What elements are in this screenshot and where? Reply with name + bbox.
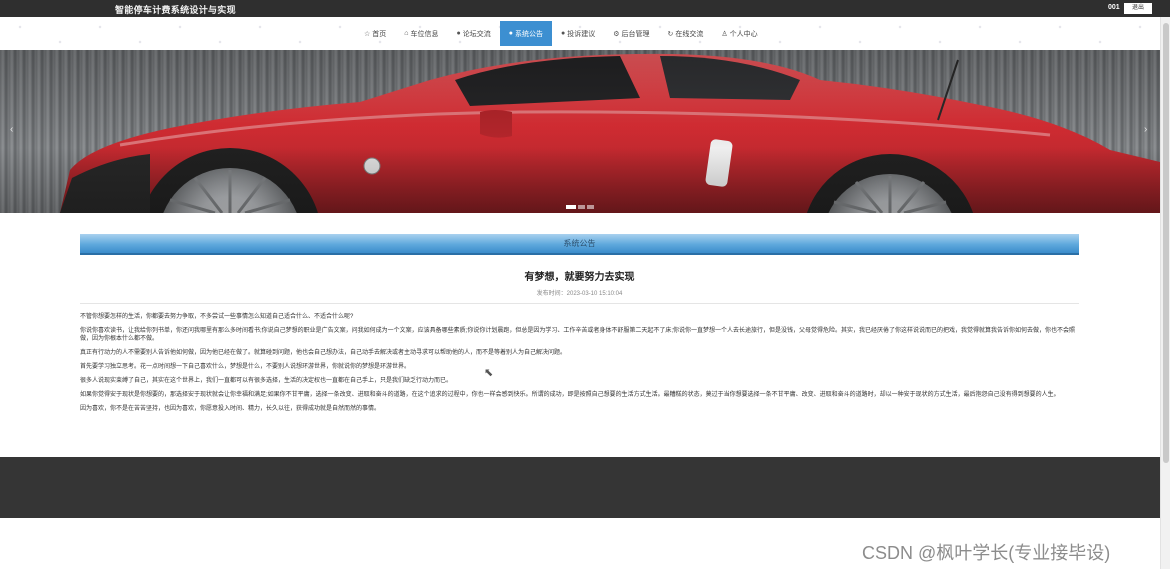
- main-nav: ☆ 首页 ⌂ 车位信息 ● 论坛交流 ● 系统公告 ● 投诉建议 ⚙ 后台管理 ↻ 在线交流 ♙ 个人中心: [0, 17, 1160, 50]
- article-content: 不管你想要怎样的生活，你都要去努力争取，不多尝试一些事情怎么知道自己适合什么、不…: [80, 313, 1079, 419]
- nav-item-label: 论坛交流: [462, 30, 491, 38]
- logout-button[interactable]: 退出: [1124, 3, 1152, 14]
- vertical-scrollbar[interactable]: [1160, 17, 1170, 569]
- divider: [80, 303, 1079, 304]
- article-paragraph: 你说你喜欢读书，让我给你列书单，你还问我哪里有那么多时间看书;你说自己梦想的职业…: [80, 328, 1076, 342]
- user-name: 001: [1108, 4, 1120, 11]
- nav-item-3[interactable]: ● 系统公告: [499, 21, 552, 46]
- nav-item-1[interactable]: ⌂ 车位信息: [395, 21, 447, 46]
- nav-item-icon: ♙: [721, 30, 728, 38]
- nav-item-label: 在线交流: [675, 30, 704, 38]
- nav-item-icon: ↻: [667, 30, 674, 38]
- carousel-indicators: [566, 205, 594, 209]
- carousel-dot[interactable]: [578, 205, 585, 209]
- nav-item-5[interactable]: ⚙ 后台管理: [604, 21, 658, 46]
- nav-item-label: 车位信息: [410, 30, 439, 38]
- nav-item-label: 个人中心: [729, 30, 758, 38]
- article-title: 有梦想，就要努力去实现: [524, 272, 635, 283]
- footer: [0, 457, 1160, 518]
- section-header: 系统公告: [80, 234, 1079, 255]
- carousel-prev-icon[interactable]: ‹: [10, 124, 13, 135]
- article-paragraph: 不管你想要怎样的生活，你都要去努力争取，不多尝试一些事情怎么知道自己适合什么、不…: [80, 314, 354, 320]
- scrollbar-thumb[interactable]: [1163, 23, 1169, 463]
- mouse-cursor-icon: ⬉: [484, 367, 494, 379]
- carousel-dot[interactable]: [566, 205, 576, 209]
- nav-item-icon: ●: [560, 30, 566, 37]
- nav-item-icon: ⚙: [613, 30, 620, 38]
- nav-item-6[interactable]: ↻ 在线交流: [659, 21, 713, 46]
- nav-item-label: 后台管理: [621, 30, 650, 38]
- nav-item-icon: ☆: [364, 30, 371, 38]
- watermark: CSDN @枫叶学长(专业接毕设): [862, 543, 1111, 563]
- article-paragraph: 如果你觉得安于现状是你想要的，那选择安于现状就会让你幸福和满足;如果你不甘平庸，…: [80, 392, 1060, 398]
- nav-item-icon: ●: [456, 30, 461, 37]
- site-title: 智能停车计费系统设计与实现: [115, 5, 236, 15]
- banner-shade: [0, 50, 1160, 213]
- banner-carousel: ‹ ›: [0, 50, 1160, 213]
- nav-item-label: 投诉建议: [567, 30, 596, 38]
- article-publish-time: 发布时间：2023-03-10 15:10:04: [536, 291, 623, 297]
- article-paragraph: 真正有行动力的人不需要别人告诉他如何做，因为他已经在做了。就算碰到问题，他也会自…: [80, 350, 567, 356]
- nav-item-icon: ⌂: [404, 30, 409, 37]
- nav-item-icon: ●: [508, 30, 513, 37]
- nav-item-2[interactable]: ● 论坛交流: [448, 21, 500, 46]
- nav-item-4[interactable]: ● 投诉建议: [552, 21, 604, 46]
- article-paragraph: 因为喜欢，你不是在苦苦坚持，也因为喜欢，你愿意投入时间、精力，长久以往，获得成功…: [80, 406, 381, 412]
- carousel-next-icon[interactable]: ›: [1144, 124, 1147, 135]
- nav-item-label: 首页: [372, 30, 387, 38]
- top-bar: 智能停车计费系统设计与实现 001 退出: [0, 0, 1170, 17]
- article-paragraph: 很多人说现实束缚了自己，其实在这个世界上，我们一直都可以有很多选择，生活的决定权…: [80, 378, 453, 384]
- article-paragraph: 首先要学习独立思考。花一点时间想一下自己喜欢什么，梦想是什么，不要别人说想环游世…: [80, 364, 411, 370]
- nav-item-0[interactable]: ☆ 首页: [355, 21, 395, 46]
- nav-items: ☆ 首页 ⌂ 车位信息 ● 论坛交流 ● 系统公告 ● 投诉建议 ⚙ 后台管理 ↻ 在线交流 ♙ 个人中心: [355, 17, 767, 46]
- nav-item-7[interactable]: ♙ 个人中心: [712, 21, 766, 46]
- nav-item-label: 系统公告: [514, 30, 543, 38]
- carousel-dot[interactable]: [587, 205, 594, 209]
